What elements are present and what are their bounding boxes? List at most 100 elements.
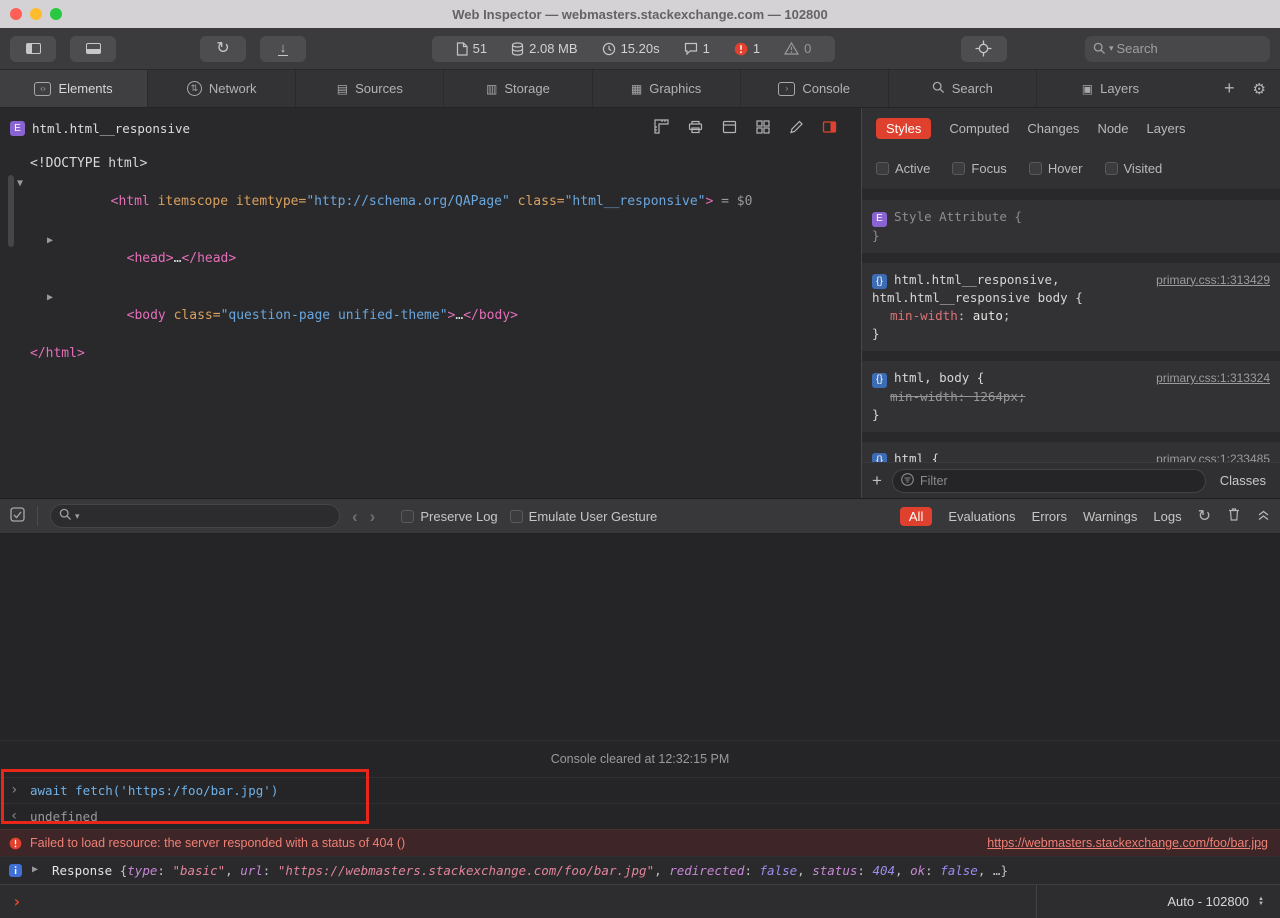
refresh-icon[interactable]: ↻: [1198, 506, 1211, 526]
breadcrumb[interactable]: html.html__responsive: [32, 121, 190, 136]
scope-errors[interactable]: Errors: [1032, 509, 1067, 524]
classes-button[interactable]: Classes: [1216, 473, 1270, 488]
stylesheet-link[interactable]: primary.css:1:313324: [1156, 369, 1270, 387]
console-icon: ›: [778, 82, 795, 96]
console-error-row[interactable]: Failed to load resource: the server resp…: [0, 829, 1280, 856]
edit-dom-icon[interactable]: [789, 120, 803, 137]
grid-overlay-icon[interactable]: [756, 120, 770, 137]
zoom-window-button[interactable]: [50, 8, 62, 20]
document-icon: [456, 42, 468, 56]
tab-layers[interactable]: ▣Layers: [1037, 70, 1184, 107]
print-styles-icon[interactable]: [688, 120, 703, 137]
search-icon: [59, 508, 72, 524]
console-search-input[interactable]: [83, 509, 331, 524]
search-icon: [1093, 42, 1106, 55]
styles-sidebar: Styles Computed Changes Node Layers Acti…: [862, 108, 1280, 498]
tab-search[interactable]: Search: [889, 70, 1037, 107]
disclosure-closed-icon[interactable]: ▶: [47, 288, 53, 307]
scope-all[interactable]: All: [900, 507, 932, 526]
tab-styles[interactable]: Styles: [876, 118, 931, 139]
scope-logs[interactable]: Logs: [1153, 509, 1181, 524]
tab-console[interactable]: ›Console: [741, 70, 889, 107]
download-web-archive-button[interactable]: ↓: [260, 36, 306, 62]
preserve-log-checkbox[interactable]: Preserve Log: [401, 509, 497, 524]
split-panes-icon[interactable]: [822, 120, 837, 137]
close-window-button[interactable]: [10, 8, 22, 20]
console-prompt-icon[interactable]: ›: [12, 892, 22, 911]
tab-changes[interactable]: Changes: [1027, 121, 1079, 136]
trash-icon[interactable]: [1227, 507, 1241, 525]
tab-sources[interactable]: ▤Sources: [296, 70, 444, 107]
search-tab-icon: [932, 81, 945, 96]
tab-network[interactable]: ⇅Network: [148, 70, 296, 107]
styles-filter-field[interactable]: [892, 469, 1206, 493]
chevron-down-icon: ▾: [75, 511, 80, 522]
element-badge: E: [10, 121, 25, 136]
tab-graphics[interactable]: ▦Graphics: [593, 70, 741, 107]
css-rule[interactable]: primary.css:1:233485 {}html { height: 10…: [862, 442, 1280, 463]
console-search-field[interactable]: ▾: [50, 504, 340, 528]
element-badge: E: [872, 212, 887, 227]
disclosure-closed-icon[interactable]: ▶: [32, 864, 38, 875]
find-next-button[interactable]: ›: [370, 508, 376, 525]
styles-filter-input[interactable]: [920, 474, 1197, 488]
error-resource-link[interactable]: https://webmasters.stackexchange.com/foo…: [967, 836, 1268, 850]
tab-node[interactable]: Node: [1097, 121, 1128, 136]
disclosure-closed-icon[interactable]: ▶: [47, 231, 53, 250]
collapse-console-icon[interactable]: [1257, 509, 1270, 524]
emulate-user-gesture-checkbox[interactable]: Emulate User Gesture: [510, 509, 658, 524]
stat-warning-count: 0: [784, 41, 811, 56]
settings-gear-icon[interactable]: ⚙: [1253, 80, 1266, 98]
toolbar-search[interactable]: ▾: [1085, 36, 1270, 62]
element-picker-button[interactable]: [961, 36, 1007, 62]
stat-value: 0: [804, 41, 811, 56]
inline-style-rule[interactable]: EStyle Attribute { }: [862, 200, 1280, 253]
execution-context-selector[interactable]: Auto - 102800 ▲▼: [1036, 885, 1280, 918]
css-property[interactable]: min-width: auto;: [872, 307, 1270, 325]
new-rule-button[interactable]: +: [872, 471, 882, 491]
disclosure-open-icon[interactable]: ▼: [17, 174, 23, 193]
dom-toolbar-icons: [654, 119, 851, 137]
tab-layers[interactable]: Layers: [1147, 121, 1186, 136]
panel-tab-bar: ‹›Elements ⇅Network ▤Sources ▥Storage ▦G…: [0, 70, 1280, 108]
stylesheet-link[interactable]: primary.css:1:313429: [1156, 271, 1270, 289]
css-rule[interactable]: primary.css:1:313429 {}html.html__respon…: [862, 263, 1280, 352]
checkbox-icon: [952, 162, 965, 175]
stylesheet-link[interactable]: primary.css:1:233485: [1156, 450, 1270, 463]
toggle-console-drawer-button[interactable]: [70, 36, 116, 62]
frame-overlay-icon[interactable]: [722, 120, 737, 137]
tab-computed[interactable]: Computed: [949, 121, 1009, 136]
css-property-overridden[interactable]: min-width: 1264px;: [872, 388, 1270, 406]
tab-elements[interactable]: ‹›Elements: [0, 70, 148, 107]
result-arrow-icon: ‹: [10, 808, 18, 825]
console-messages: Console cleared at 12:32:15 PM › await f…: [0, 534, 1280, 884]
tab-storage[interactable]: ▥Storage: [444, 70, 592, 107]
pseudo-hover-checkbox[interactable]: Hover: [1029, 161, 1083, 176]
dom-node-body[interactable]: ▶<body class="question-page unified-them…: [0, 287, 861, 344]
dom-node-head[interactable]: ▶<head>…</head>: [0, 230, 861, 287]
reload-page-button[interactable]: ↻: [200, 36, 246, 62]
console-log-row[interactable]: ▶ Response {type: "basic", url: "https:/…: [0, 856, 1280, 884]
console-pane-toggle-button[interactable]: [10, 507, 25, 525]
new-tab-button[interactable]: +: [1224, 78, 1235, 99]
find-previous-button[interactable]: ‹: [352, 508, 358, 525]
pseudo-class-bar: Active Focus Hover Visited: [862, 148, 1280, 190]
dom-node-html[interactable]: ▼<html itemscope itemtype="http://schema…: [0, 173, 861, 230]
pseudo-focus-checkbox[interactable]: Focus: [952, 161, 1006, 176]
dom-node-doctype[interactable]: <!DOCTYPE html>: [0, 154, 861, 173]
scope-warnings[interactable]: Warnings: [1083, 509, 1137, 524]
css-rule[interactable]: primary.css:1:313324 {}html, body { min-…: [862, 361, 1280, 432]
pseudo-visited-checkbox[interactable]: Visited: [1105, 161, 1163, 176]
console-result-row[interactable]: ‹ undefined: [0, 803, 1280, 829]
dom-node-html-close[interactable]: </html>: [0, 344, 861, 363]
toggle-left-sidebar-button[interactable]: [10, 36, 56, 62]
reload-icon: ↻: [216, 41, 229, 57]
minimize-window-button[interactable]: [30, 8, 42, 20]
graphics-icon: ▦: [631, 83, 642, 95]
pseudo-active-checkbox[interactable]: Active: [876, 161, 930, 176]
search-input[interactable]: [1117, 41, 1262, 56]
resource-stats-bar[interactable]: 51 2.08 MB 15.20s 1 1 0: [432, 36, 836, 62]
scope-evaluations[interactable]: Evaluations: [948, 509, 1015, 524]
console-command-row[interactable]: › await fetch('https:/foo/bar.jpg'): [0, 777, 1280, 803]
rulers-icon[interactable]: [654, 119, 669, 137]
